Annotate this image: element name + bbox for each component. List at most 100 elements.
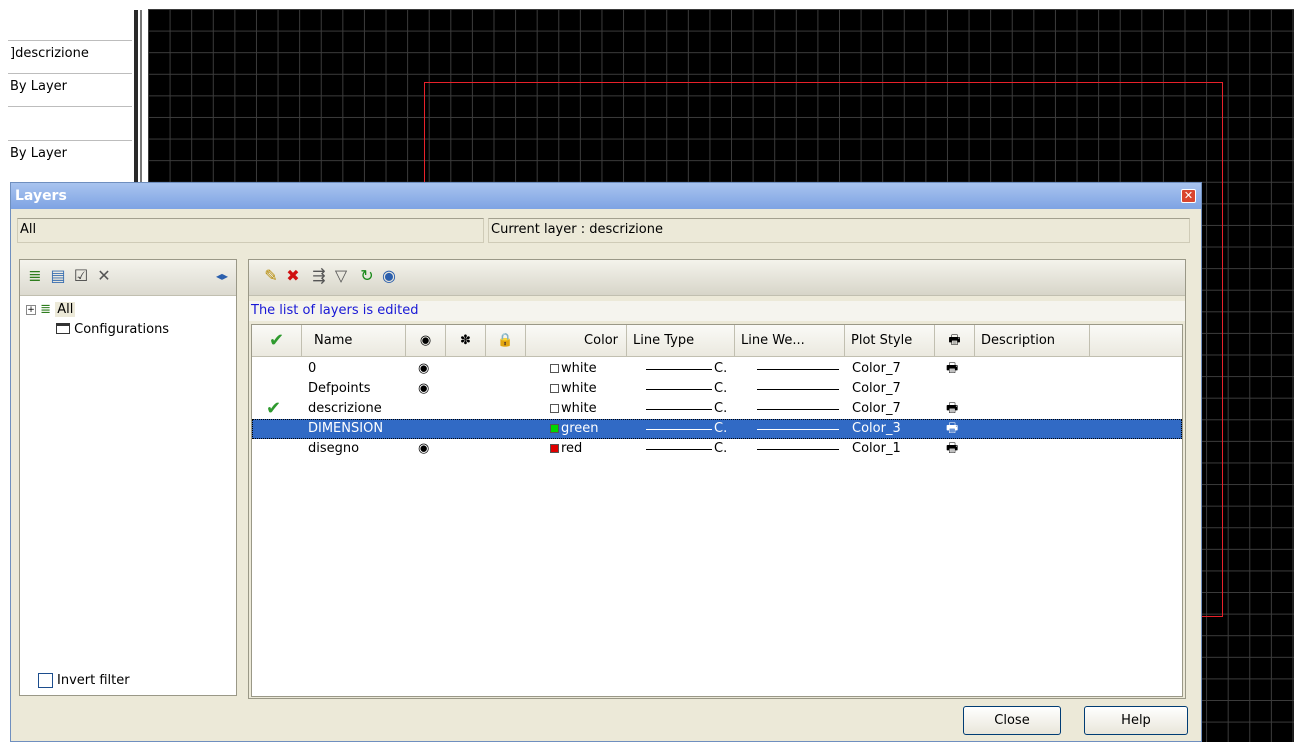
filter-toolbar: ≣ ▤ ☑ ✕ ◂▸ bbox=[20, 260, 236, 296]
layers-dialog: Layers ✕ All Current layer : descrizione… bbox=[10, 182, 1202, 742]
linetype-name[interactable]: C. bbox=[714, 419, 727, 439]
collapse-panel-icon[interactable]: ◂▸ bbox=[212, 266, 232, 286]
printer-icon[interactable]: 🖶 bbox=[946, 419, 958, 439]
close-button[interactable]: Close bbox=[963, 706, 1061, 735]
current-check-icon[interactable]: ✔ bbox=[266, 399, 281, 419]
help-button[interactable]: Help bbox=[1084, 706, 1188, 735]
dialog-title: Layers bbox=[15, 188, 67, 204]
linetype-name[interactable]: C. bbox=[714, 399, 727, 419]
tree-item-all[interactable]: + ≣ All bbox=[26, 300, 76, 320]
layers-table: ✔ Name ◉ ✽ 🔒 Color Line Type Line We... … bbox=[251, 324, 1183, 697]
table-row[interactable]: Defpoints ◉ white C. Color_7 bbox=[252, 379, 1182, 399]
linetype-sample bbox=[646, 429, 712, 430]
plot-style[interactable]: Color_7 bbox=[852, 399, 901, 419]
filter-properties-icon[interactable]: ☑ bbox=[71, 266, 91, 286]
folder-icon bbox=[56, 323, 70, 334]
invert-filter-checkbox[interactable] bbox=[38, 673, 53, 688]
color-name: red bbox=[561, 441, 583, 456]
lineweight-sample[interactable] bbox=[757, 449, 839, 450]
color-swatch bbox=[550, 424, 559, 433]
layer-color[interactable]: white bbox=[550, 359, 597, 379]
color-swatch bbox=[550, 384, 559, 393]
color-column-header[interactable]: Color bbox=[526, 325, 627, 357]
panel-splitter[interactable] bbox=[132, 0, 148, 190]
prop-layer-value[interactable]: ]descrizione bbox=[8, 40, 132, 66]
set-current-icon[interactable]: ⇶ bbox=[309, 266, 329, 286]
lineweight-column-header[interactable]: Line We... bbox=[735, 325, 845, 357]
plot-column-header[interactable]: 🖶 bbox=[935, 325, 975, 357]
printer-icon[interactable]: 🖶 bbox=[946, 359, 958, 379]
linetype-sample bbox=[646, 369, 712, 370]
visible-column-header[interactable]: ◉ bbox=[406, 325, 446, 357]
lineweight-sample[interactable] bbox=[757, 369, 839, 370]
printer-icon: 🖶 bbox=[948, 333, 961, 348]
name-column-header[interactable]: Name bbox=[302, 325, 406, 357]
layer-color[interactable]: white bbox=[550, 379, 597, 399]
lineweight-sample[interactable] bbox=[757, 409, 839, 410]
layer-name[interactable]: DIMENSION bbox=[308, 419, 383, 439]
color-name: white bbox=[561, 361, 597, 376]
color-swatch bbox=[550, 444, 559, 453]
new-layer-icon[interactable]: ✎ bbox=[261, 266, 281, 286]
linetype-name[interactable]: C. bbox=[714, 359, 727, 379]
layer-name[interactable]: Defpoints bbox=[308, 379, 371, 399]
color-swatch bbox=[550, 364, 559, 373]
layer-color[interactable]: white bbox=[550, 399, 597, 419]
color-swatch bbox=[550, 404, 559, 413]
tree-item-configurations[interactable]: Configurations bbox=[56, 320, 169, 340]
layer-toolbar: ✎ ✖ ⇶ ▽ ↻ ◉ bbox=[249, 260, 1185, 296]
new-filter-icon[interactable]: ≣ bbox=[25, 266, 45, 286]
current-layer-field: Current layer : descrizione bbox=[488, 218, 1190, 243]
plot-style[interactable]: Color_7 bbox=[852, 359, 901, 379]
refresh-icon[interactable]: ↻ bbox=[357, 266, 377, 286]
close-icon[interactable]: ✕ bbox=[1181, 189, 1196, 203]
lock-icon: 🔒 bbox=[497, 333, 514, 348]
freeze-column-header[interactable]: ✽ bbox=[446, 325, 486, 357]
layer-name[interactable]: disegno bbox=[308, 439, 359, 459]
new-group-filter-icon[interactable]: ▤ bbox=[48, 266, 68, 286]
plot-style[interactable]: Color_1 bbox=[852, 439, 901, 459]
table-row[interactable]: DIMENSION green C. Color_3 🖶 bbox=[252, 419, 1182, 439]
prop-linetype-value[interactable]: By Layer bbox=[8, 140, 132, 166]
visibility-icon[interactable]: ◉ bbox=[379, 266, 399, 286]
plot-style[interactable]: Color_7 bbox=[852, 379, 901, 399]
linetype-sample bbox=[646, 389, 712, 390]
table-row[interactable]: disegno ◉ red C. Color_1 🖶 bbox=[252, 439, 1182, 459]
snowflake-icon: ✽ bbox=[460, 333, 471, 348]
invert-filter-option[interactable]: Invert filter bbox=[38, 673, 130, 688]
delete-layer-icon[interactable]: ✖ bbox=[283, 266, 303, 286]
properties-panel: ]descrizione By Layer By Layer bbox=[0, 0, 132, 190]
delete-filter-icon[interactable]: ✕ bbox=[94, 266, 114, 286]
lineweight-sample[interactable] bbox=[757, 389, 839, 390]
table-row[interactable]: 0 ◉ white C. Color_7 🖶 bbox=[252, 359, 1182, 379]
expand-icon[interactable]: + bbox=[26, 305, 36, 315]
printer-icon[interactable]: 🖶 bbox=[946, 399, 958, 419]
eye-icon[interactable]: ◉ bbox=[418, 359, 429, 379]
current-column-header[interactable]: ✔ bbox=[252, 325, 302, 357]
description-column-header[interactable]: Description bbox=[975, 325, 1090, 357]
prop-empty-value[interactable] bbox=[8, 106, 132, 132]
dialog-titlebar[interactable]: Layers ✕ bbox=[11, 183, 1201, 209]
plotstyle-column-header[interactable]: Plot Style bbox=[845, 325, 935, 357]
prop-color-value[interactable]: By Layer bbox=[8, 73, 132, 99]
linetype-name[interactable]: C. bbox=[714, 379, 727, 399]
color-name: green bbox=[561, 421, 599, 436]
eye-icon: ◉ bbox=[419, 333, 432, 348]
layer-color[interactable]: red bbox=[550, 439, 582, 459]
plot-style[interactable]: Color_3 bbox=[852, 419, 901, 439]
eye-icon[interactable]: ◉ bbox=[418, 439, 429, 459]
table-row[interactable]: ✔ descrizione white C. Color_7 🖶 bbox=[252, 399, 1182, 419]
layer-name[interactable]: descrizione bbox=[308, 399, 382, 419]
layer-list-panel: ✎ ✖ ⇶ ▽ ↻ ◉ The list of layers is edited… bbox=[248, 259, 1186, 699]
layer-name[interactable]: 0 bbox=[308, 359, 316, 379]
tree-item-label: Configurations bbox=[74, 322, 170, 337]
linetype-column-header[interactable]: Line Type bbox=[627, 325, 735, 357]
lock-column-header[interactable]: 🔒 bbox=[486, 325, 526, 357]
color-name: white bbox=[561, 401, 597, 416]
printer-icon[interactable]: 🖶 bbox=[946, 439, 958, 459]
eye-icon[interactable]: ◉ bbox=[418, 379, 429, 399]
lineweight-sample[interactable] bbox=[757, 429, 839, 430]
linetype-name[interactable]: C. bbox=[714, 439, 727, 459]
layer-color[interactable]: green bbox=[550, 419, 599, 439]
filter-layers-icon[interactable]: ▽ bbox=[331, 266, 351, 286]
